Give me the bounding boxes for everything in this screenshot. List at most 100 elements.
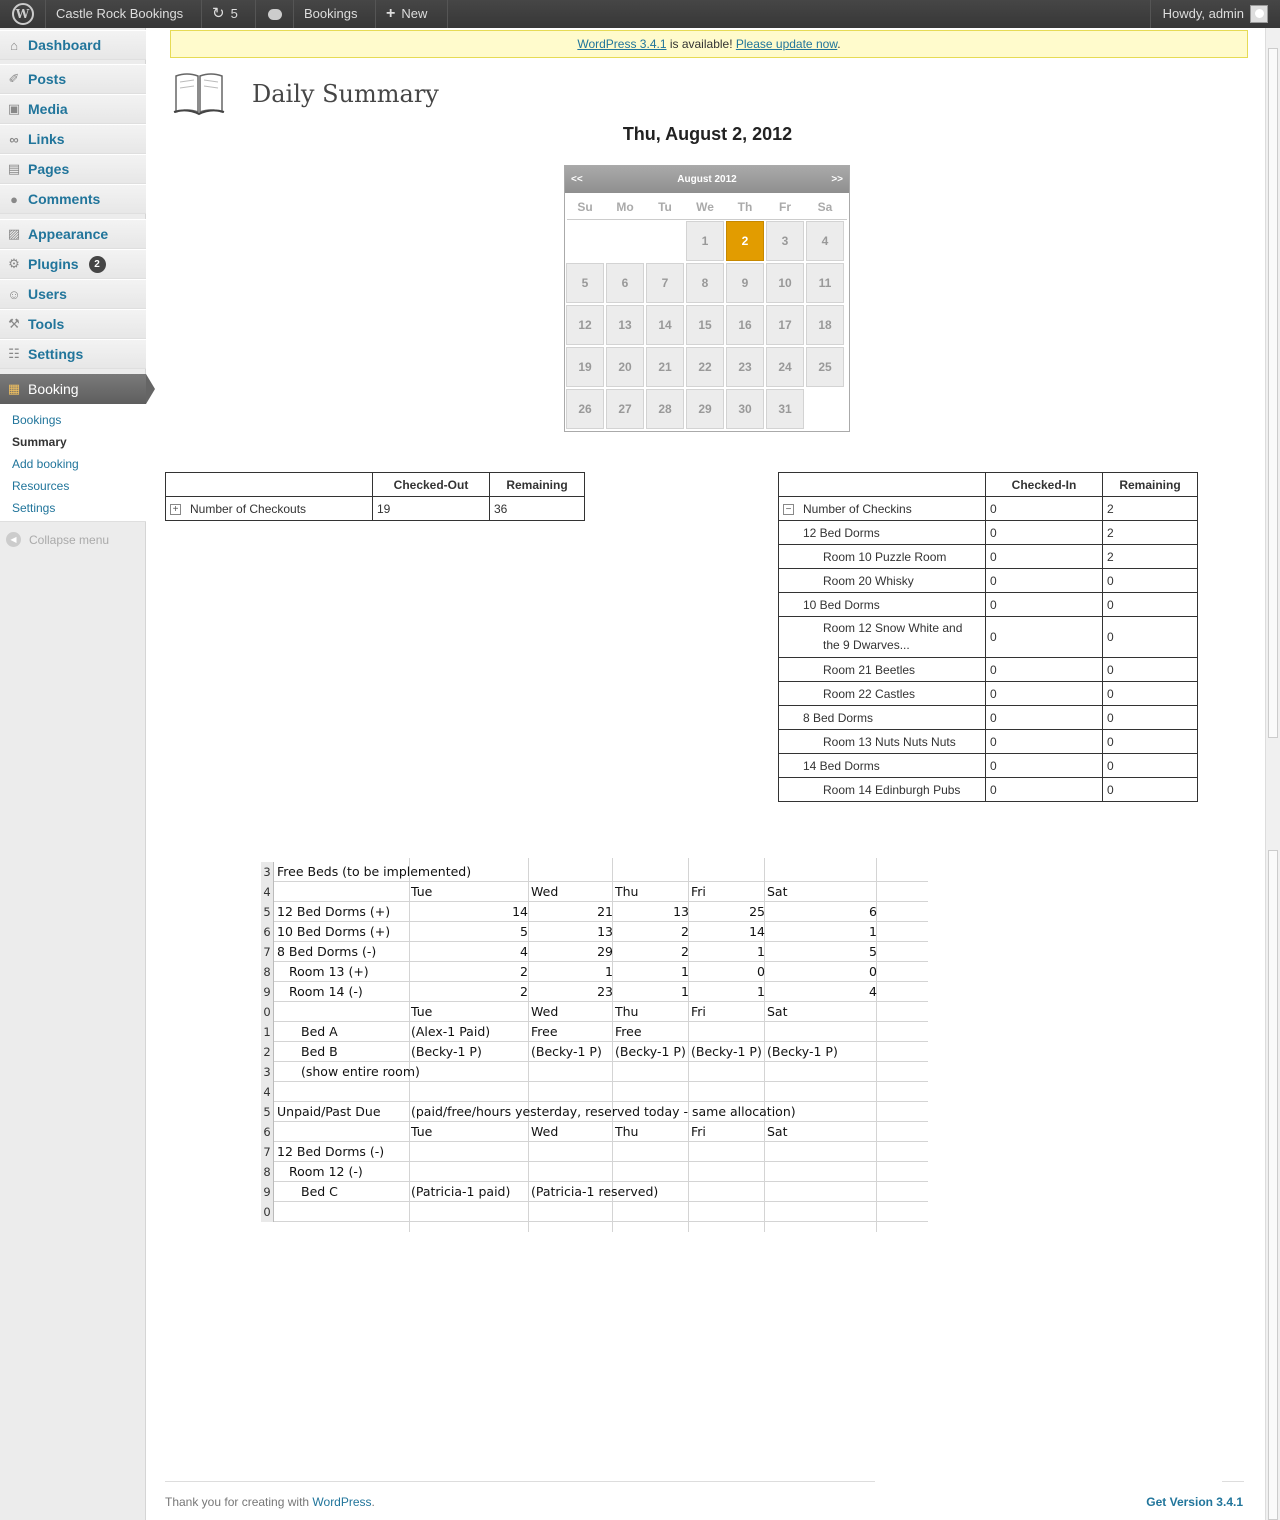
updates-link[interactable]: ↻ 5 [202,0,256,28]
bookings-link[interactable]: Bookings [294,0,376,28]
calendar-day[interactable]: 11 [806,263,844,303]
prev-month-button[interactable]: << [571,174,583,185]
collapse-menu-button[interactable]: ◀ Collapse menu [6,532,109,547]
get-version-link[interactable]: Get Version 3.4.1 [1146,1495,1243,1509]
table-header [165,472,373,497]
sheet-cell [615,1202,689,1222]
sheet-cell [767,1022,877,1042]
sidebar-item-media[interactable]: ▣ Media [0,94,146,124]
calendar-day[interactable]: 20 [606,347,644,387]
calendar-day[interactable]: 9 [726,263,764,303]
book-icon [172,68,226,116]
table-row: − Number of Checkins 0 2 [778,496,1198,521]
sheet-cell [615,1082,689,1102]
calendar-day[interactable]: 10 [766,263,804,303]
remaining-cell: 2 [1102,544,1198,569]
sidebar-item-label: Settings [28,346,84,362]
sheet-cell: 13 [673,904,689,919]
scroll-thumb[interactable] [1268,48,1278,738]
sheet-cell: Thu [615,884,639,899]
checkins-label-cell[interactable]: − Number of Checkins [778,496,986,521]
checkouts-label-cell[interactable]: + Number of Checkouts [165,496,373,521]
calendar-day[interactable]: 30 [726,389,764,429]
calendar-day[interactable]: 17 [766,305,804,345]
calendar-day[interactable]: 5 [566,263,604,303]
sidebar-item-pages[interactable]: ▤ Pages [0,154,146,184]
calendar-day[interactable]: 18 [806,305,844,345]
calendar-weekday-label: Mo [616,200,634,214]
calendar-day[interactable]: 3 [766,221,804,261]
calendar-day[interactable]: 12 [566,305,604,345]
row-label: 8 Bed Dorms [803,710,874,725]
calendar-day[interactable]: 8 [686,263,724,303]
sheet-row: 5 12 Bed Dorms (+) 14 21 13 25 6 [261,902,928,922]
submenu-summary[interactable]: Summary [12,435,67,449]
calendar-day[interactable]: 19 [566,347,604,387]
calendar-day[interactable]: 4 [806,221,844,261]
calendar-day[interactable]: 1 [686,221,724,261]
scroll-thumb[interactable] [1268,850,1278,1520]
calendar-day[interactable]: 14 [646,305,684,345]
calendar-day[interactable]: 15 [686,305,724,345]
submenu-resources[interactable]: Resources [12,479,69,493]
sidebar-item-settings[interactable]: ☷ Settings [0,339,146,369]
calendar-day[interactable]: 16 [726,305,764,345]
sheet-cell: 2 [681,944,689,959]
calendar-day[interactable]: 28 [646,389,684,429]
calendar-day[interactable]: 25 [806,347,844,387]
checkins-label-cell: 12 Bed Dorms [778,520,986,545]
page-icon: ▤ [7,161,21,176]
calendar-day[interactable]: 24 [766,347,804,387]
calendar-day[interactable]: 27 [606,389,644,429]
sheet-cell: 2 [520,984,528,999]
calendar-day[interactable]: 22 [686,347,724,387]
account-menu[interactable]: Howdy, admin [1149,0,1280,28]
sheet-cell [767,1062,877,1082]
checkins-label-cell: 8 Bed Dorms [778,705,986,730]
sidebar-item-comments[interactable]: ● Comments [0,184,146,214]
sheet-cell: 6 [869,904,877,919]
expand-plus-icon[interactable]: + [170,503,181,515]
footer-text: Thank you for creating with [165,1495,313,1509]
sheet-row-number: 5 [261,1102,274,1122]
checked-in-cell: 0 [985,681,1103,706]
calendar-day[interactable]: 13 [606,305,644,345]
calendar-day[interactable]: 2 [726,221,764,261]
sheet-row-number: 8 [261,1162,274,1182]
sheet-cell: (Becky-1 P) [767,1044,838,1059]
checkins-body: − Number of Checkins 0 2 12 Bed Dorms 0 2 Room … [778,496,1198,802]
sidebar-item-booking[interactable]: ▦ Booking [0,374,155,404]
sidebar-item-dashboard[interactable]: ⌂ Dashboard [0,30,146,60]
collapse-minus-icon[interactable]: − [783,503,794,515]
calendar-day[interactable]: 21 [646,347,684,387]
submenu-settings[interactable]: Settings [12,501,55,515]
update-now-link[interactable]: Please update now [736,37,837,51]
sidebar-item-links[interactable]: ∞ Links [0,124,146,154]
sheet-row-number: 4 [261,882,274,902]
calendar-day[interactable]: 29 [686,389,724,429]
wordpress-logo-icon[interactable]: W [0,0,46,28]
sidebar-item-posts[interactable]: ✐ Posts [0,64,146,94]
calendar-day[interactable]: 7 [646,263,684,303]
calendar-day[interactable]: 26 [566,389,604,429]
sidebar-item-appearance[interactable]: ▨ Appearance [0,219,146,249]
sidebar-item-plugins[interactable]: ⚙ Plugins 2 [0,249,146,279]
wordpress-link[interactable]: WordPress [312,1495,371,1509]
sheet-row-number: 1 [261,1022,274,1042]
new-link[interactable]: + New [376,0,448,28]
submenu-bookings[interactable]: Bookings [12,413,61,427]
sidebar-item-tools[interactable]: ⚒ Tools [0,309,146,339]
footer-divider [1222,1481,1244,1482]
calendar-weekday-label: Th [737,200,753,214]
comments-link[interactable] [256,0,294,28]
wordpress-version-link[interactable]: WordPress 3.4.1 [577,37,666,51]
sidebar-item-users[interactable]: ☺ Users [0,279,146,309]
scrollbar[interactable] [1265,28,1280,1520]
submenu-add-booking[interactable]: Add booking [12,457,79,471]
calendar-day[interactable]: 31 [766,389,804,429]
site-name-link[interactable]: Castle Rock Bookings [46,0,202,28]
calendar-day[interactable]: 6 [606,263,644,303]
sheet-cell: 13 [597,924,613,939]
next-month-button[interactable]: >> [831,174,843,185]
calendar-day[interactable]: 23 [726,347,764,387]
